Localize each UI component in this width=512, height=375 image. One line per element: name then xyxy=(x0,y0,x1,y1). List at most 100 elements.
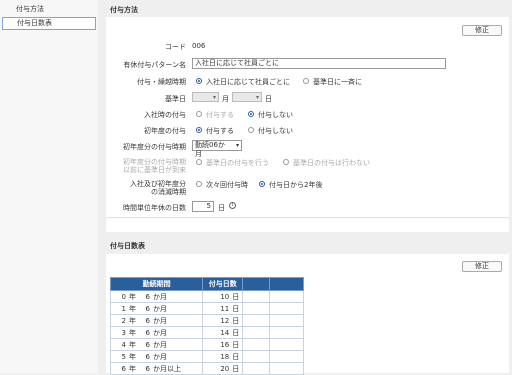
tenure-months-unit: か月 xyxy=(153,304,167,313)
tenure-months: 6 xyxy=(145,364,150,373)
grant-days-unit: 日 xyxy=(232,352,240,361)
tenure-years: 6 xyxy=(121,364,126,373)
days-cell: 14 日 xyxy=(202,326,244,339)
sidebar: 付与方法 付与日数表 xyxy=(0,0,98,373)
tenure-years-unit: 年 xyxy=(129,292,136,301)
days-cell: 18 日 xyxy=(202,350,244,363)
grant-days-unit: 日 xyxy=(232,340,240,349)
divider xyxy=(106,217,509,218)
tenure-years-unit: 年 xyxy=(129,328,136,337)
empty-cell xyxy=(242,350,271,363)
sidebar-item-grant-days-table[interactable]: 付与日数表 xyxy=(2,17,96,30)
empty-cell xyxy=(242,314,271,327)
grant-days-unit: 日 xyxy=(232,316,240,325)
tenure-months: 6 xyxy=(145,328,150,337)
first-year-radio-yes[interactable] xyxy=(196,127,202,133)
timing-option-per-employee: 入社日に応じて社員ごとに xyxy=(206,78,290,86)
empty-cell xyxy=(269,290,304,303)
join-grant-option-no: 付与しない xyxy=(258,111,293,119)
join-grant-radio-yes[interactable] xyxy=(196,111,202,117)
grant-days-value: 20 xyxy=(220,364,230,373)
column-header-tenure: 勤続期間 xyxy=(109,277,204,291)
grant-days-value: 16 xyxy=(220,340,230,349)
tenure-months-unit: か月 xyxy=(153,328,167,337)
chevron-down-icon: ▾ xyxy=(235,142,239,149)
table-row: 1 年 6 か月 11 日 xyxy=(109,302,304,315)
expire-radio-two-years[interactable] xyxy=(259,181,265,187)
code-label: コード xyxy=(165,43,186,51)
chevron-down-icon: ▾ xyxy=(255,94,259,101)
tenure-years: 4 xyxy=(121,340,126,349)
hourly-leave-days-field[interactable]: 5 xyxy=(192,201,214,212)
empty-cell xyxy=(269,350,304,363)
pattern-name-field[interactable]: 入社日に応じて社員ごとに xyxy=(192,58,446,69)
table-row: 3 年 6 か月 14 日 xyxy=(109,326,304,339)
tenure-years: 5 xyxy=(121,352,126,361)
grant-days-unit: 日 xyxy=(232,328,240,337)
pattern-name-label: 有休付与パターン名 xyxy=(123,61,186,69)
tenure-cell: 4 年 6 か月 xyxy=(109,338,204,351)
table-header-row: 勤続期間 付与日数 xyxy=(109,277,304,291)
day-unit: 日 xyxy=(265,95,272,103)
grant-days-unit: 日 xyxy=(232,364,240,373)
pre-base-option-grant: 基準日の付与を行う xyxy=(206,159,269,167)
first-year-radio-no[interactable] xyxy=(248,127,254,133)
tenure-years: 3 xyxy=(121,328,126,337)
tenure-years: 1 xyxy=(121,304,126,313)
join-grant-radio-no[interactable] xyxy=(248,111,254,117)
empty-cell xyxy=(242,290,271,303)
sidebar-item-grant-method[interactable]: 付与方法 xyxy=(2,3,96,16)
join-grant-label: 入社時の付与 xyxy=(144,111,186,119)
tenure-years-unit: 年 xyxy=(129,340,136,349)
edit-button[interactable]: 修正 xyxy=(462,261,502,272)
column-header-blank xyxy=(242,277,271,291)
expire-option-next-next: 次々回付与時 xyxy=(206,181,248,189)
expire-option-two-years: 付与日から2年後 xyxy=(269,181,323,189)
month-unit: 月 xyxy=(222,95,229,103)
tenure-cell: 3 年 6 か月 xyxy=(109,326,204,339)
grant-days-value: 12 xyxy=(220,316,230,325)
empty-cell xyxy=(242,338,271,351)
grant-days-value: 10 xyxy=(220,292,230,301)
edit-button[interactable]: 修正 xyxy=(462,25,502,36)
days-cell: 16 日 xyxy=(202,338,244,351)
tenure-years-unit: 年 xyxy=(129,304,136,313)
pre-base-radio-grant[interactable] xyxy=(196,159,202,165)
base-month-select[interactable]: ▾ xyxy=(192,92,219,102)
pre-base-option-no-grant: 基準日の付与は行わない xyxy=(293,159,370,167)
tenure-months: 6 xyxy=(145,340,150,349)
tenure-months-unit: か月 xyxy=(153,316,167,325)
pre-base-radio-no-grant[interactable] xyxy=(283,159,289,165)
first-year-timing-label: 初年度分の付与時期 xyxy=(123,143,186,151)
grant-days-table-panel: 修正 勤続期間 付与日数 0 年 6 か月 10 日 1 年 6 か月 11 日 2 年 6 か月 12 日 3 年 6… xyxy=(106,254,509,375)
expire-radio-next-next[interactable] xyxy=(196,181,202,187)
tenure-years-unit: 年 xyxy=(129,352,136,361)
table-row: 4 年 6 か月 16 日 xyxy=(109,338,304,351)
timing-radio-base-date[interactable] xyxy=(303,78,309,84)
tenure-cell: 5 年 6 か月 xyxy=(109,350,204,363)
first-year-option-yes: 付与する xyxy=(206,127,234,135)
grant-days-value: 14 xyxy=(220,328,230,337)
main-content: 付与方法 修正 コード 006 有休付与パターン名 入社日に応じて社員ごとに 付… xyxy=(102,0,512,375)
hourly-leave-days-unit: 日 xyxy=(218,204,225,212)
section-title-grant-method: 付与方法 xyxy=(110,6,138,14)
tenure-months-unit: か月 xyxy=(153,340,167,349)
table-row: 2 年 6 か月 12 日 xyxy=(109,314,304,327)
timing-radio-per-employee[interactable] xyxy=(196,78,202,84)
grant-method-panel: 修正 コード 006 有休付与パターン名 入社日に応じて社員ごとに 付与・繰越時… xyxy=(106,17,509,232)
first-year-timing-select[interactable]: 勤続06か月 ▾ xyxy=(192,140,242,158)
expire-label-line2: の消滅時期 xyxy=(151,188,186,196)
tenure-months-unit: か月 xyxy=(153,352,167,361)
tenure-months: 6 xyxy=(145,292,150,301)
empty-cell xyxy=(242,326,271,339)
empty-cell xyxy=(269,326,304,339)
tenure-months: 6 xyxy=(145,352,150,361)
days-cell: 12 日 xyxy=(202,314,244,327)
base-day-select[interactable]: ▾ xyxy=(232,92,262,102)
info-icon[interactable]: i xyxy=(229,202,236,209)
first-year-option-no: 付与しない xyxy=(258,127,293,135)
days-cell: 11 日 xyxy=(202,302,244,315)
grant-days-unit: 日 xyxy=(232,292,240,301)
table-row: 0 年 6 か月 10 日 xyxy=(109,290,304,303)
days-cell: 10 日 xyxy=(202,290,244,303)
